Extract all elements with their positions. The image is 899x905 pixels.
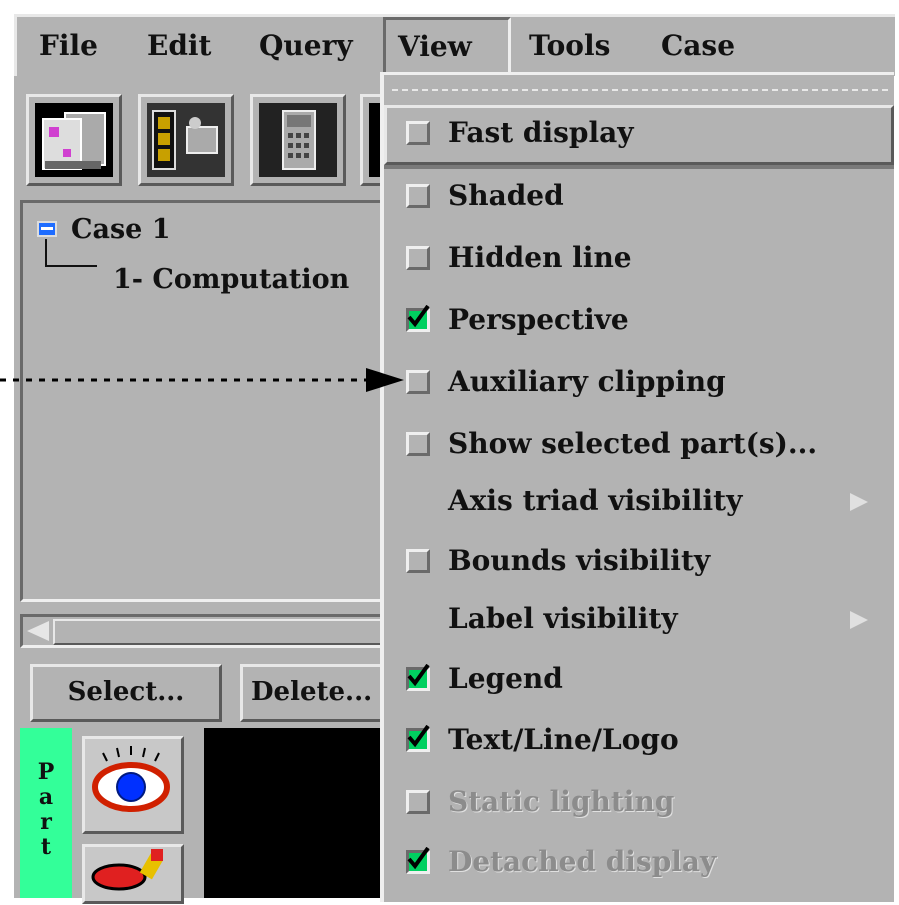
scroll-left-arrow-icon[interactable] [27, 621, 49, 641]
film-icon [147, 103, 225, 177]
paint-can-icon [91, 849, 163, 891]
checkbox-icon [406, 790, 430, 814]
view-menu-item-text-line-logo[interactable]: Text/Line/Logo [384, 712, 894, 772]
graphics-viewport[interactable] [204, 728, 394, 898]
view-menu-item-bounds-visibility[interactable]: Bounds visibility [384, 533, 894, 593]
menu-view[interactable]: View [383, 17, 511, 79]
view-menu-item-label: Legend [448, 662, 563, 695]
menu-case[interactable]: Case [661, 29, 735, 63]
parts-tab-letter: t [40, 834, 52, 860]
view-menu-item-label-visibility[interactable]: Label visibility [384, 591, 894, 651]
view-menu-item-perspective[interactable]: Perspective [384, 292, 894, 352]
view-menu-item-label: Perspective [448, 303, 629, 336]
view-menu-item-shaded[interactable]: Shaded [384, 168, 894, 228]
checkbox-icon[interactable] [406, 432, 430, 456]
checkbox-icon[interactable] [406, 246, 430, 270]
view-menu-item-label: Show selected part(s)... [448, 427, 818, 460]
checkbox-icon[interactable] [406, 184, 430, 208]
checkbox-icon[interactable] [406, 121, 430, 145]
checkbox-checked-icon[interactable] [406, 305, 430, 332]
tree-part-label[interactable]: 1- Computation [113, 263, 349, 297]
view-menu-item-label: Static lighting [448, 785, 675, 818]
parts-tab[interactable]: P a r t [20, 728, 72, 898]
tree-connector [45, 239, 47, 267]
view-menu-item-label: Hidden line [448, 241, 632, 274]
scrollbar-thumb[interactable] [53, 619, 397, 645]
view-menu-item-axis-triad-visibility[interactable]: Axis triad visibility [384, 473, 894, 533]
calculator-icon [259, 103, 337, 177]
visibility-button[interactable] [82, 736, 184, 834]
parts-tab-letter: r [40, 809, 52, 835]
view-menu-item-label: Text/Line/Logo [448, 723, 679, 756]
case-tree: Case 1 1- Computation [20, 200, 400, 602]
view-menu-item-label: Detached display [448, 845, 717, 878]
animation-tool-button[interactable] [138, 94, 234, 186]
view-menu-item-auxiliary-clipping[interactable]: Auxiliary clipping [384, 354, 894, 414]
calculator-tool-button[interactable] [250, 94, 346, 186]
view-menu-item-legend[interactable]: Legend [384, 651, 894, 711]
view-menu-item-label: Fast display [448, 116, 634, 149]
case-tool-button[interactable] [26, 94, 122, 186]
view-menu-item-label: Bounds visibility [448, 544, 711, 577]
checkbox-checked-icon[interactable] [406, 725, 430, 752]
case-panel: Case 1 1- Computation Select... Delete..… [14, 76, 400, 726]
menu-tools[interactable]: Tools [529, 29, 610, 63]
parts-tab-letter: P [37, 759, 55, 785]
color-button[interactable] [82, 844, 184, 904]
menu-query[interactable]: Query [259, 29, 353, 63]
select-parts-button[interactable]: Select... [30, 664, 222, 722]
tree-case-label[interactable]: Case 1 [71, 213, 171, 247]
eye-icon [92, 746, 170, 812]
separator [384, 165, 894, 169]
collapse-icon[interactable] [37, 221, 57, 237]
checkbox-checked-icon [406, 847, 430, 874]
view-menu-item-static-lighting: Static lighting [384, 774, 894, 834]
submenu-arrow-icon [850, 493, 868, 511]
view-menu-item-detached-display: Detached display [384, 834, 894, 894]
delete-parts-button[interactable]: Delete... [240, 664, 396, 722]
horizontal-scrollbar[interactable] [20, 614, 400, 648]
checkbox-icon[interactable] [406, 549, 430, 573]
menubar: File Edit Query View Tools Case [14, 14, 895, 79]
view-menu-item-hidden-line[interactable]: Hidden line [384, 230, 894, 290]
view-menu-item-label: Label visibility [448, 602, 678, 635]
view-menu-item-fast-display[interactable]: Fast display [384, 105, 894, 165]
view-menu-item-label: Auxiliary clipping [448, 365, 726, 398]
submenu-arrow-icon [850, 611, 868, 629]
case-document-icon [35, 103, 113, 177]
tear-off-line[interactable] [392, 89, 888, 91]
view-menu-item-label: Axis triad visibility [448, 484, 743, 517]
view-menu-item-show-selected-part-s[interactable]: Show selected part(s)... [384, 416, 894, 476]
parts-tab-letter: a [38, 784, 54, 810]
view-menu-dropdown: Fast display Shaded Hidden line Perspective… [380, 72, 894, 902]
menu-file[interactable]: File [39, 29, 98, 63]
menu-edit[interactable]: Edit [147, 29, 212, 63]
tree-connector [45, 265, 97, 267]
pointer-arrow [0, 368, 404, 392]
view-menu-item-label: Shaded [448, 179, 564, 212]
checkbox-checked-icon[interactable] [406, 664, 430, 691]
menu-view-label: View [398, 30, 472, 63]
